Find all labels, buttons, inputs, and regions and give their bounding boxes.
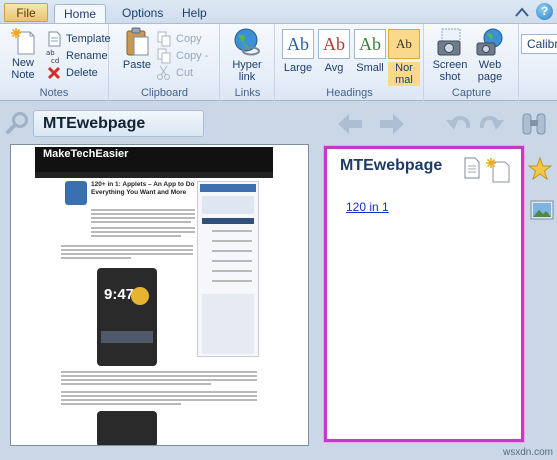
heading-avg-label[interactable]: Avg [314,62,354,74]
group-links-label: Links [234,87,261,99]
phone-screenshot-2 [97,411,157,445]
group-capture: Screen shot Web page Capture [425,24,519,101]
hyperlink-button[interactable]: Hyper link [227,27,267,83]
tabbar-controls: ? [511,2,557,22]
note-title-field[interactable]: MTEwebpage [33,110,204,137]
webpage-nav [35,172,273,178]
help-icon[interactable]: ? [536,3,553,20]
hyperlink-label: Hyper link [232,59,262,83]
heading-normal-label[interactable]: Nor mal [388,62,420,86]
ribbon: New Note Template ab cd Rename Delete Not… [0,23,557,101]
group-clipboard: Paste Copy Copy - Cut Clipboard [110,24,220,101]
group-capture-label: Capture [451,87,492,99]
copy-label: Copy [176,33,202,45]
new-note-icon [11,28,35,55]
delete-icon [47,66,61,80]
tab-options[interactable]: Options [112,4,173,24]
cut-button[interactable]: Cut [156,65,193,81]
binoculars-icon[interactable] [520,110,548,138]
tab-home[interactable]: Home [54,4,106,24]
note-toolbar: MTEwebpage [0,102,557,144]
heading-normal-swatch[interactable]: Ab [388,29,420,59]
group-headings: Ab Large Ab Avg Ab Small Ab Nor mal Head… [276,24,424,101]
heading-large-label[interactable]: Large [278,62,318,74]
note-title: MTEwebpage [340,157,443,174]
webpage-logo: MakeTechEasier [43,148,129,160]
photo-icon[interactable] [530,200,554,220]
tab-help[interactable]: Help [172,4,217,24]
copy-icon [157,31,171,47]
paste-icon [126,27,149,56]
screenshot-label: Screen shot [432,59,468,83]
copy-special-button[interactable]: Copy - [156,48,208,64]
new-note-button[interactable]: New Note [6,27,40,81]
template-button[interactable]: Template [46,31,111,47]
webpage-camera-icon [476,28,503,56]
paste-button[interactable]: Paste [120,27,154,71]
rename-button[interactable]: ab cd Rename [46,48,108,64]
forward-arrow-icon[interactable] [378,112,406,136]
group-clipboard-label: Clipboard [140,87,189,99]
template-icon [48,31,61,47]
delete-label: Delete [66,67,98,79]
camera-icon [437,28,461,56]
webpage-button[interactable]: Web page [473,27,507,83]
note-page-icon[interactable] [463,157,481,179]
group-notes: New Note Template ab cd Rename Delete Not… [0,24,111,101]
webpage-label: Web page [477,59,503,83]
group-links: Hyper link Links [221,24,275,101]
redo-icon[interactable] [478,112,506,136]
back-arrow-icon[interactable] [336,112,364,136]
screenshot-button[interactable]: Screen shot [431,27,469,83]
search-icon[interactable] [6,111,30,135]
new-note-label: New Note [11,57,35,81]
app-icon [65,181,87,205]
new-subnote-icon[interactable] [485,157,511,183]
template-label: Template [66,33,111,45]
collapse-ribbon-icon[interactable] [515,6,529,18]
webpage-sidebar [197,181,259,357]
copy-special-icon [157,48,171,64]
favorite-star-icon[interactable] [527,156,553,182]
tab-file[interactable]: File [4,3,48,22]
heading-avg-swatch[interactable]: Ab [318,29,350,59]
cut-label: Cut [176,67,194,79]
globe-link-icon [234,28,260,56]
paste-label: Paste [122,59,152,71]
font-select[interactable]: Calibri [521,34,557,54]
heading-small-label[interactable]: Small [350,62,390,74]
phone-clock: 9:47 [104,286,135,303]
svg-text:cd: cd [51,57,59,64]
delete-button[interactable]: Delete [46,65,98,81]
webpage-capture-image: MakeTechEasier 120+ in 1: Applets – An A… [10,144,309,446]
note-hyperlink[interactable]: 120 in 1 [346,200,389,214]
phone-screenshot [97,268,157,366]
copy-button[interactable]: Copy [156,31,202,47]
watermark: wsxdn.com [502,447,553,458]
svg-text:ab: ab [46,49,55,57]
undo-icon[interactable] [444,112,472,136]
group-headings-label: Headings [326,87,373,99]
group-notes-label: Notes [39,87,69,99]
ribbon-tabbar: File Home Options Help ? [0,0,557,24]
cut-icon [157,65,170,80]
heading-small-swatch[interactable]: Ab [354,29,386,59]
webpage-article-title: 120+ in 1: Applets – An App to Do Everyt… [91,181,195,196]
heading-large-swatch[interactable]: Ab [282,29,314,59]
rename-icon: abcd [46,49,59,64]
copy-special-label: Copy - [176,50,209,62]
rename-label: Rename [66,50,108,62]
note-card[interactable]: MTEwebpage 120 in 1 [324,146,524,442]
